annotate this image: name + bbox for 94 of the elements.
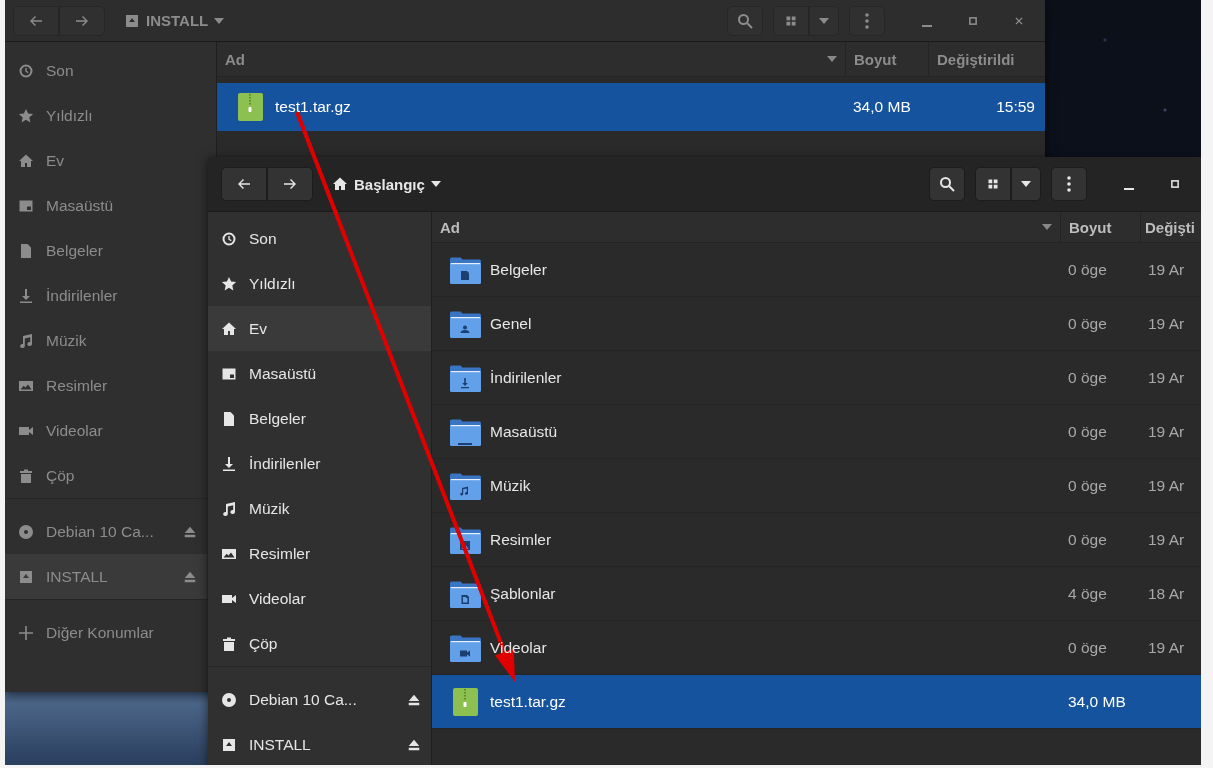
search-icon — [737, 12, 753, 29]
trash-icon — [221, 635, 237, 652]
house-icon — [221, 320, 237, 337]
forward-button[interactable] — [267, 167, 313, 201]
modified-date: 15:59 — [996, 98, 1035, 115]
file-size: 0 öge — [1068, 260, 1107, 278]
house-icon — [18, 152, 34, 169]
menu-icon — [1067, 176, 1071, 192]
eject-icon[interactable] — [407, 737, 421, 752]
sidebar-item[interactable]: Debian 10 Ca... — [208, 677, 431, 722]
file-size: 0 öge — [1068, 422, 1107, 440]
sidebar-item[interactable]: Videolar — [208, 576, 431, 621]
file-name: İndirilenler — [490, 368, 562, 386]
caret-icon — [430, 181, 441, 187]
house-icon — [332, 176, 348, 192]
file-name: Şablonlar — [490, 584, 556, 602]
view-options-button[interactable] — [1011, 167, 1041, 201]
file-size: 0 öge — [1068, 530, 1107, 548]
file-name: Resimler — [490, 530, 552, 548]
left-arrow-icon — [236, 176, 252, 192]
column-header[interactable]: Değişti — [1140, 212, 1201, 242]
sidebar-item[interactable]: Çöp — [208, 621, 431, 666]
file-size: 0 öge — [1068, 314, 1107, 332]
file-row[interactable]: test1.tar.gz 34,0 MB — [432, 675, 1201, 729]
caret-icon — [819, 17, 829, 24]
grid-icon — [785, 14, 797, 27]
file-size: 0 öge — [1068, 638, 1107, 656]
download-icon — [18, 287, 34, 304]
modified-date: 18 Ar — [1148, 584, 1185, 602]
file-size: 0 öge — [1068, 476, 1107, 494]
caret-icon — [214, 17, 225, 24]
view-button[interactable] — [975, 167, 1011, 201]
sidebar-item[interactable]: Resimler — [208, 531, 431, 576]
grid-icon — [987, 178, 999, 190]
modified-date: 19 Ar — [1148, 368, 1185, 386]
music-note-icon — [18, 332, 34, 349]
modified-date: 19 Ar — [1148, 530, 1185, 548]
sort-caret-icon — [827, 56, 837, 62]
modified-date: 19 Ar — [1148, 476, 1185, 494]
minimize-icon — [922, 24, 932, 27]
right-arrow-icon — [282, 176, 298, 192]
file-size: 34,0 MB — [1068, 692, 1126, 710]
sidebar-item[interactable]: Yıldızlı — [208, 261, 431, 306]
file-row[interactable]: Genel 0 öge 19 Ar — [432, 297, 1201, 351]
sidebar-item[interactable]: Belgeler — [208, 396, 431, 441]
drive-icon — [18, 568, 34, 585]
sidebar-item[interactable]: INSTALL — [208, 722, 431, 765]
file-name: Genel — [490, 314, 532, 332]
download-icon — [221, 455, 237, 472]
caret-icon — [1021, 181, 1031, 187]
plus-icon — [18, 624, 34, 641]
drive-icon — [124, 12, 140, 29]
sidebar-item[interactable]: Son — [208, 216, 431, 261]
menu-button[interactable] — [1051, 167, 1087, 201]
file-size: 4 öge — [1068, 584, 1107, 602]
file-name: Masaüstü — [490, 422, 558, 440]
eject-icon[interactable] — [407, 692, 421, 707]
file-row[interactable]: İndirilenler 0 öge 19 Ar — [432, 351, 1201, 405]
column-header[interactable]: Ad — [432, 212, 1060, 242]
drive-icon — [221, 736, 237, 753]
search-button[interactable] — [929, 167, 965, 201]
path-button[interactable]: Başlangıç — [323, 167, 450, 201]
sidebar-item[interactable]: Ev — [208, 306, 431, 351]
file-row[interactable]: Belgeler 0 öge 19 Ar — [432, 243, 1201, 297]
file-row[interactable]: Masaüstü 0 öge 19 Ar — [432, 405, 1201, 459]
star-icon — [221, 275, 237, 292]
clock-icon — [18, 62, 34, 79]
minimize-icon — [1124, 188, 1134, 190]
file-name: test1.tar.gz — [490, 692, 566, 710]
modified-date: 19 Ar — [1148, 638, 1185, 656]
trash-icon — [18, 467, 34, 484]
search-icon — [939, 176, 955, 192]
clock-icon — [221, 230, 237, 247]
file-size: 34,0 MB — [853, 98, 911, 115]
sidebar-item[interactable]: Diğer Konumlar — [5, 610, 207, 655]
sidebar-item[interactable]: Müzik — [208, 486, 431, 531]
sidebar-item[interactable]: Masaüstü — [208, 351, 431, 396]
sort-caret-icon — [1042, 224, 1052, 230]
sidebar-item[interactable]: Debian 10 Ca... — [5, 509, 207, 554]
music-note-icon — [221, 500, 237, 517]
modified-date: 19 Ar — [1148, 314, 1185, 332]
modified-date: 19 Ar — [1148, 260, 1185, 278]
sidebar-item[interactable]: İndirilenler — [208, 441, 431, 486]
modified-date: 19 Ar — [1148, 422, 1185, 440]
file-name: Müzik — [490, 476, 531, 494]
menu-icon — [865, 12, 869, 29]
file-name: Belgeler — [490, 260, 547, 278]
star-icon — [18, 107, 34, 124]
column-header[interactable]: Boyut — [1060, 212, 1140, 242]
file-name: test1.tar.gz — [275, 98, 351, 115]
document-icon — [221, 410, 237, 427]
document-icon — [18, 242, 34, 259]
file-size: 0 öge — [1068, 368, 1107, 386]
back-button[interactable] — [221, 167, 267, 201]
